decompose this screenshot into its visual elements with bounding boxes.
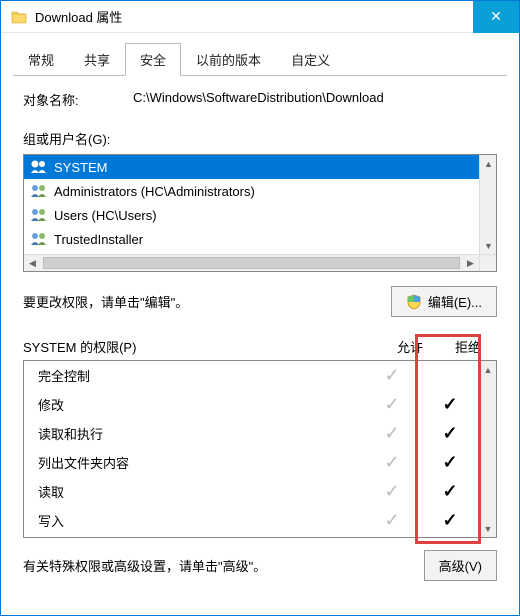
group-icon xyxy=(30,160,48,174)
permission-name: 列出文件夹内容 xyxy=(38,453,363,472)
edit-row: 要更改权限，请单击"编辑"。 编辑(E)... xyxy=(23,286,497,317)
deny-cell: ✓ xyxy=(421,452,479,473)
tab-sharing[interactable]: 共享 xyxy=(69,43,125,76)
scroll-left-icon[interactable]: ◀ xyxy=(24,255,41,272)
folder-icon xyxy=(11,9,27,25)
scroll-right-icon[interactable]: ▶ xyxy=(462,255,479,272)
check-icon: ✓ xyxy=(442,394,457,414)
check-icon: ✓ xyxy=(384,423,399,443)
permission-row: 修改 ✓ ✓ xyxy=(24,390,479,419)
allow-cell: ✓ xyxy=(363,510,421,531)
group-users-label: 组或用户名(G): xyxy=(23,129,497,148)
permission-row: 读取和执行 ✓ ✓ xyxy=(24,419,479,448)
vertical-scrollbar[interactable]: ▲ ▼ xyxy=(479,155,496,254)
group-users-listbox[interactable]: SYSTEM Administrators (HC\Administrators… xyxy=(23,154,497,272)
list-item-label: Users (HC\Users) xyxy=(54,208,157,223)
deny-cell: ✓ xyxy=(421,481,479,502)
list-item[interactable]: TrustedInstaller xyxy=(24,227,479,251)
deny-cell: ✓ xyxy=(421,510,479,531)
list-item-label: TrustedInstaller xyxy=(54,232,143,247)
edit-hint: 要更改权限，请单击"编辑"。 xyxy=(23,292,391,311)
allow-cell: ✓ xyxy=(363,423,421,444)
edit-button[interactable]: 编辑(E)... xyxy=(391,286,497,317)
check-icon: ✓ xyxy=(384,452,399,472)
check-icon: ✓ xyxy=(442,510,457,530)
scroll-up-icon[interactable]: ▲ xyxy=(480,361,496,378)
check-icon: ✓ xyxy=(384,365,399,385)
permission-name: 读取和执行 xyxy=(38,424,363,443)
permissions-listbox: 完全控制 ✓ 修改 ✓ ✓ 读取和执行 ✓ ✓ 列出文件夹内容 ✓ ✓ xyxy=(23,360,497,538)
titlebar: Download 属性 ✕ xyxy=(1,1,519,33)
permissions-header: SYSTEM 的权限(P) 允许 拒绝 xyxy=(23,337,497,356)
list-item[interactable]: Administrators (HC\Administrators) xyxy=(24,179,479,203)
advanced-button-label: 高级(V) xyxy=(439,556,482,575)
vertical-scrollbar[interactable]: ▲ ▼ xyxy=(479,361,496,537)
close-icon: ✕ xyxy=(490,8,502,25)
scroll-down-icon[interactable]: ▼ xyxy=(480,520,496,537)
scroll-down-icon[interactable]: ▼ xyxy=(480,237,497,254)
permission-row: 写入 ✓ ✓ xyxy=(24,506,479,535)
check-icon: ✓ xyxy=(442,423,457,443)
list-item[interactable]: Users (HC\Users) xyxy=(24,203,479,227)
list-item-label: SYSTEM xyxy=(54,160,107,175)
permission-name: 完全控制 xyxy=(38,366,363,385)
check-icon: ✓ xyxy=(384,510,399,530)
group-icon xyxy=(30,208,48,222)
object-name-label: 对象名称: xyxy=(23,90,133,109)
check-icon: ✓ xyxy=(442,452,457,472)
close-button[interactable]: ✕ xyxy=(473,1,519,33)
group-icon xyxy=(30,232,48,246)
allow-cell: ✓ xyxy=(363,365,421,386)
permission-name: 读取 xyxy=(38,482,363,501)
object-name-value: C:\Windows\SoftwareDistribution\Download xyxy=(133,90,497,109)
permission-row: 完全控制 ✓ xyxy=(24,361,479,390)
allow-cell: ✓ xyxy=(363,394,421,415)
allow-cell: ✓ xyxy=(363,481,421,502)
tab-strip: 常规 共享 安全 以前的版本 自定义 xyxy=(13,43,507,76)
check-icon: ✓ xyxy=(384,481,399,501)
deny-cell: ✓ xyxy=(421,423,479,444)
deny-column-header: 拒绝 xyxy=(439,337,497,356)
tab-customize[interactable]: 自定义 xyxy=(276,43,345,76)
scroll-track[interactable] xyxy=(480,172,496,237)
permissions-for-label: SYSTEM 的权限(P) xyxy=(23,337,381,356)
list-item[interactable]: SYSTEM xyxy=(24,155,479,179)
advanced-hint: 有关特殊权限或高级设置，请单击"高级"。 xyxy=(23,556,424,575)
scroll-track[interactable] xyxy=(43,257,460,269)
allow-column-header: 允许 xyxy=(381,337,439,356)
window-title: Download 属性 xyxy=(35,7,473,26)
scroll-up-icon[interactable]: ▲ xyxy=(480,155,497,172)
check-icon: ✓ xyxy=(384,394,399,414)
tab-general[interactable]: 常规 xyxy=(13,43,69,76)
deny-cell: ✓ xyxy=(421,394,479,415)
permission-row: 列出文件夹内容 ✓ ✓ xyxy=(24,448,479,477)
tab-security[interactable]: 安全 xyxy=(125,43,181,76)
permission-name: 写入 xyxy=(38,511,363,530)
edit-button-label: 编辑(E)... xyxy=(428,292,482,311)
tab-previous-versions[interactable]: 以前的版本 xyxy=(181,43,276,76)
tab-content: 对象名称: C:\Windows\SoftwareDistribution\Do… xyxy=(1,76,519,581)
list-item-label: Administrators (HC\Administrators) xyxy=(54,184,255,199)
advanced-button[interactable]: 高级(V) xyxy=(424,550,497,581)
object-row: 对象名称: C:\Windows\SoftwareDistribution\Do… xyxy=(23,90,497,109)
shield-icon xyxy=(406,294,422,310)
scroll-corner xyxy=(479,254,496,271)
advanced-row: 有关特殊权限或高级设置，请单击"高级"。 高级(V) xyxy=(23,550,497,581)
allow-cell: ✓ xyxy=(363,452,421,473)
properties-dialog: Download 属性 ✕ 常规 共享 安全 以前的版本 自定义 对象名称: C… xyxy=(0,0,520,616)
scroll-track[interactable] xyxy=(480,378,496,520)
permission-row: 读取 ✓ ✓ xyxy=(24,477,479,506)
check-icon: ✓ xyxy=(442,481,457,501)
horizontal-scrollbar[interactable]: ◀ ▶ xyxy=(24,254,479,271)
group-icon xyxy=(30,184,48,198)
permission-name: 修改 xyxy=(38,395,363,414)
